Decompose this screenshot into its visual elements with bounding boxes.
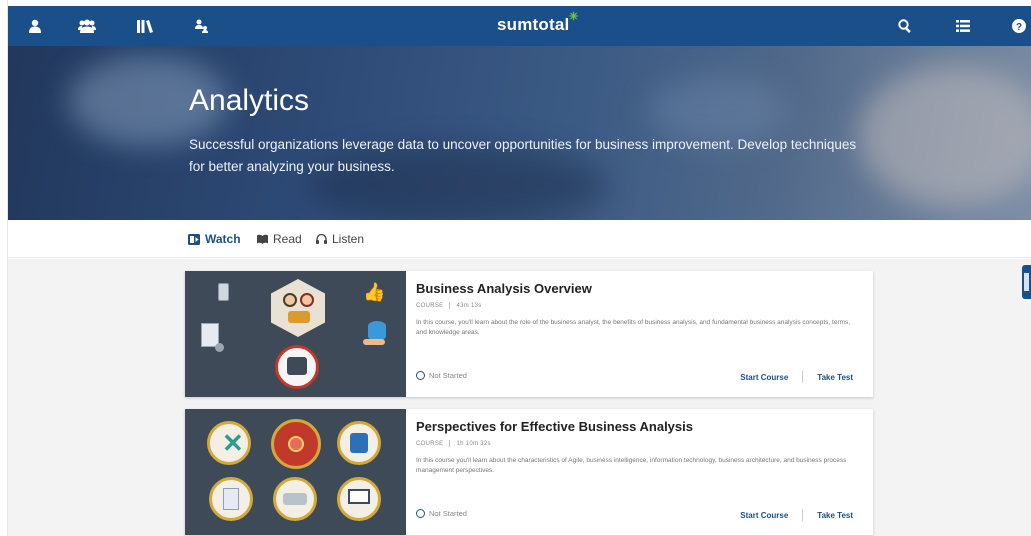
svg-text:?: ? xyxy=(1016,22,1022,33)
start-course-button[interactable]: Start Course xyxy=(740,373,788,382)
start-course-button[interactable]: Start Course xyxy=(740,511,788,520)
org-chart-icon[interactable] xyxy=(184,6,218,46)
cross-icon: ✕ xyxy=(222,428,244,458)
hero-banner: Analytics Successful organizations lever… xyxy=(8,46,1031,220)
course-duration: 43m 13s xyxy=(456,303,482,310)
course-status: Not Started xyxy=(416,509,467,518)
course-info: Perspectives for Effective Business Anal… xyxy=(416,409,863,535)
video-icon xyxy=(188,233,200,245)
page-title: Analytics xyxy=(189,84,310,117)
take-test-button[interactable]: Take Test xyxy=(817,373,853,382)
top-nav-bar: sumtotal ✳ ? xyxy=(8,6,1031,46)
people-icon xyxy=(287,357,307,375)
brand-logo[interactable]: sumtotal ✳ xyxy=(497,11,578,35)
phone-icon xyxy=(218,283,229,301)
document-shape xyxy=(223,488,239,510)
list-icon[interactable] xyxy=(946,6,980,46)
server-shape xyxy=(283,493,307,505)
course-card[interactable]: ✕ Perspectives for Effective Business An… xyxy=(185,409,873,535)
course-title[interactable]: Perspectives for Effective Business Anal… xyxy=(416,419,693,434)
tab-watch[interactable]: Watch xyxy=(188,232,241,246)
tab-listen[interactable]: Listen xyxy=(316,232,364,246)
status-label: Not Started xyxy=(429,371,467,380)
tab-label: Listen xyxy=(332,232,365,246)
course-meta: COURSE 1h 10m 32s xyxy=(416,440,491,447)
course-type: COURSE xyxy=(416,441,444,448)
headphones-icon xyxy=(316,234,327,244)
network-node-icon xyxy=(288,436,304,452)
team-icon[interactable] xyxy=(70,6,104,46)
take-test-button[interactable]: Take Test xyxy=(817,511,853,520)
book-icon xyxy=(257,234,268,244)
course-thumbnail[interactable]: ✕ xyxy=(185,409,406,535)
cube-shape xyxy=(350,433,368,453)
course-status: Not Started xyxy=(416,371,467,380)
content-type-tabs: Watch Read Listen xyxy=(8,220,1031,258)
course-description: In this course, you'll learn about the r… xyxy=(416,319,851,336)
course-actions: Start Course Take Test xyxy=(740,371,853,383)
course-info: Business Analysis Overview COURSE 43m 13s… xyxy=(416,271,863,397)
course-duration: 1h 10m 32s xyxy=(456,441,491,448)
tab-read[interactable]: Read xyxy=(257,232,302,246)
leaf-icon: ✳ xyxy=(569,11,579,23)
status-label: Not Started xyxy=(429,509,467,518)
side-panel-handle[interactable] xyxy=(1022,265,1031,299)
status-circle-icon xyxy=(416,509,425,518)
library-icon[interactable] xyxy=(128,6,162,46)
course-title[interactable]: Business Analysis Overview xyxy=(416,281,592,296)
brand-name: sumtotal xyxy=(497,15,570,34)
hand-icon xyxy=(363,339,385,345)
page-description: Successful organizations leverage data t… xyxy=(189,137,857,174)
screen-shape xyxy=(348,489,370,504)
database-icon xyxy=(368,321,386,341)
team-hexagon-icon xyxy=(271,279,325,337)
gear-icon xyxy=(215,343,224,352)
search-icon[interactable] xyxy=(888,6,922,46)
course-meta: COURSE 43m 13s xyxy=(416,302,482,309)
meta-divider xyxy=(449,302,451,309)
course-actions: Start Course Take Test xyxy=(740,509,853,521)
action-divider xyxy=(802,371,804,383)
meta-divider xyxy=(449,440,451,447)
course-thumbnail[interactable]: 👍 xyxy=(185,271,406,397)
status-circle-icon xyxy=(416,371,425,380)
tab-label: Read xyxy=(273,232,302,246)
handshake-icon xyxy=(288,311,310,323)
tab-label: Watch xyxy=(205,232,241,246)
help-icon[interactable]: ? xyxy=(1002,6,1031,46)
course-type: COURSE xyxy=(416,303,444,310)
course-description: In this course you'll learn about the ch… xyxy=(416,457,847,474)
thumbs-up-icon: 👍 xyxy=(363,282,386,302)
person-icon xyxy=(283,293,297,307)
user-icon[interactable] xyxy=(18,6,52,46)
left-edge xyxy=(0,0,8,536)
course-card[interactable]: 👍 Business Analysis Overview COURSE 43m 1… xyxy=(185,271,873,397)
hero-background-shape xyxy=(858,66,1031,206)
person-icon xyxy=(300,293,314,307)
action-divider xyxy=(802,509,804,521)
